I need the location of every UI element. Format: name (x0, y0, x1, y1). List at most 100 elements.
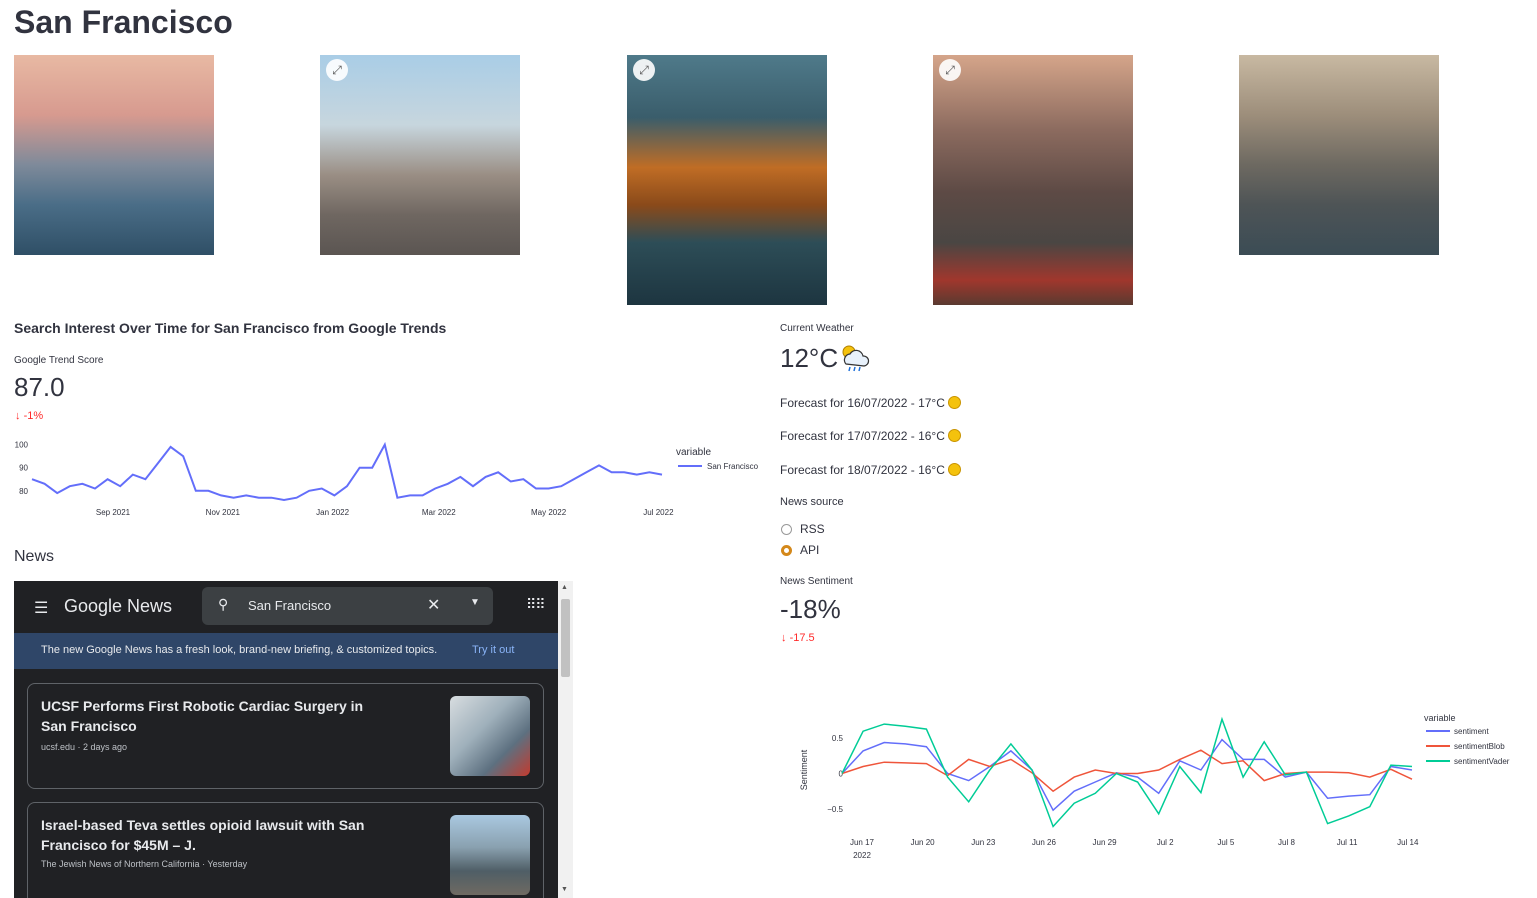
try-it-out-link[interactable]: Try it out (472, 644, 514, 656)
weather-value-row: 12°C (780, 342, 872, 374)
series-line-sentiment (841, 738, 1413, 812)
legend-title: variable (1424, 713, 1456, 723)
radio-label-rss: RSS (800, 522, 825, 536)
expand-icon[interactable]: ⤢ (939, 59, 961, 81)
radio-label-api: API (800, 543, 820, 557)
sun-icon (947, 396, 961, 409)
x-tick-label: Jun 29 (1093, 838, 1118, 847)
forecast-1-text: Forecast for 16/07/2022 - 17°C (780, 396, 945, 410)
article-meta: The Jewish News of Northern California ·… (41, 859, 248, 869)
legend-label: sentiment (1454, 727, 1489, 736)
apps-grid-icon[interactable]: ⠿⠿ (526, 596, 545, 613)
forecast-3-text: Forecast for 18/07/2022 - 16°C (780, 463, 945, 477)
x-tick-label: May 2022 (531, 508, 567, 517)
menu-icon[interactable]: ☰ (34, 598, 48, 618)
x-tick-label: Jul 14 (1397, 838, 1419, 847)
scroll-up-arrow[interactable]: ▲ (561, 584, 568, 591)
news-scrollbar[interactable]: ▲ ▼ (558, 581, 573, 898)
radio-button[interactable] (781, 523, 792, 535)
article-source: ucsf.edu (41, 742, 76, 752)
x-tick-label: Jun 17 (850, 838, 875, 847)
news-source-label: News source (780, 496, 844, 508)
city-image-1 (14, 55, 214, 255)
trend-score-delta: ↓ -1% (15, 410, 43, 422)
y-tick-label: 90 (19, 464, 28, 473)
google-news-embed[interactable]: ☰ Google News ⚲ San Francisco ✕ ▼ ⠿⠿ The… (14, 581, 573, 898)
weather-label: Current Weather (780, 323, 854, 334)
article-thumbnail[interactable] (450, 815, 530, 895)
forecast-3: Forecast for 18/07/2022 - 16°C (780, 463, 961, 477)
radio-option-api[interactable]: API (781, 543, 819, 557)
trend-line-chart[interactable]: 80 90 100 Sep 2021 Nov 2021 Jan 2022 Mar 2022 M… (10, 435, 770, 525)
city-image-5 (1239, 55, 1439, 255)
google-news-header: ☰ Google News ⚲ San Francisco ✕ ▼ ⠿⠿ (14, 581, 558, 633)
cloud-rain-sun-icon (842, 345, 870, 372)
news-article-card[interactable]: Israel-based Teva settles opioid lawsuit… (27, 802, 544, 898)
article-title[interactable]: UCSF Performs First Robotic Cardiac Surg… (41, 696, 391, 736)
trend-delta-text: -1% (23, 410, 44, 422)
x-tick-label: Jun 20 (911, 838, 936, 847)
expand-icon[interactable]: ⤢ (633, 59, 655, 81)
x-tick-label: Mar 2022 (422, 508, 456, 517)
x-tick-label: Nov 2021 (206, 508, 241, 517)
article-thumbnail[interactable] (450, 696, 530, 776)
arrow-down-icon: ↓ (781, 632, 787, 644)
city-image-4[interactable]: ⤢ (933, 55, 1133, 305)
weather-value: 12°C (780, 342, 839, 373)
news-heading: News (14, 548, 55, 565)
expand-icon[interactable]: ⤢ (326, 59, 348, 81)
article-source: The Jewish News of Northern California (41, 859, 200, 869)
news-search-box[interactable]: ⚲ San Francisco ✕ ▼ (202, 587, 493, 625)
x-tick-label: Jul 5 (1217, 838, 1234, 847)
sentiment-delta-text: -17.5 (789, 632, 815, 644)
search-icon[interactable]: ⚲ (218, 596, 228, 613)
city-image-3[interactable]: ⤢ (627, 55, 827, 305)
x-tick-label: Sep 2021 (96, 508, 131, 517)
y-tick-label: 0.5 (832, 734, 844, 743)
legend-title: variable (676, 447, 711, 458)
forecast-1: Forecast for 16/07/2022 - 17°C (780, 396, 961, 410)
banner-text: The new Google News has a fresh look, br… (41, 644, 438, 656)
sentiment-value: -18% (780, 594, 841, 624)
x-tick-label: Jul 2022 (643, 508, 674, 517)
city-image-2[interactable]: ⤢ (320, 55, 520, 255)
series-line-san-francisco (31, 441, 663, 502)
series-line-sentimentblob (841, 749, 1413, 793)
google-news-logo[interactable]: Google News (64, 596, 172, 617)
radio-button-selected[interactable] (781, 544, 792, 556)
y-axis-title: Sentiment (799, 749, 809, 790)
sentiment-delta: ↓ -17.5 (781, 632, 815, 644)
radio-option-rss[interactable]: RSS (781, 522, 825, 536)
legend-label: sentimentBlob (1454, 742, 1505, 751)
trend-score-value: 87.0 (14, 372, 65, 402)
article-title[interactable]: Israel-based Teva settles opioid lawsuit… (41, 815, 391, 855)
y-tick-label: −0.5 (827, 805, 843, 814)
forecast-2: Forecast for 17/07/2022 - 16°C (780, 429, 961, 443)
news-search-input[interactable]: San Francisco (248, 598, 331, 613)
arrow-down-icon: ↓ (15, 410, 21, 422)
news-article-card[interactable]: UCSF Performs First Robotic Cardiac Surg… (27, 683, 544, 789)
x-tick-label: Jun 26 (1032, 838, 1057, 847)
forecast-2-text: Forecast for 17/07/2022 - 16°C (780, 429, 945, 443)
scroll-thumb[interactable] (561, 599, 570, 677)
chevron-down-icon[interactable]: ▼ (470, 597, 480, 608)
article-meta: ucsf.edu · 2 days ago (41, 742, 128, 752)
page-title: San Francisco (14, 4, 233, 40)
x-tick-label: Jun 23 (971, 838, 996, 847)
y-tick-label: 80 (19, 487, 28, 496)
article-time: Yesterday (207, 859, 248, 869)
x-tick-label: Jan 2022 (316, 508, 349, 517)
close-icon[interactable]: ✕ (427, 595, 440, 615)
x-tick-label: Jul 2 (1157, 838, 1174, 847)
article-time: 2 days ago (83, 742, 128, 752)
sentiment-line-chart[interactable]: Sentiment−0.500.5Jun 172022Jun 20 Jun 23 J… (790, 705, 1530, 865)
y-tick-label: 100 (15, 441, 29, 450)
trends-heading: Search Interest Over Time for San Franci… (14, 320, 447, 336)
scroll-down-arrow[interactable]: ▼ (561, 886, 568, 893)
new-version-banner: The new Google News has a fresh look, br… (14, 633, 558, 669)
legend-label: San Francisco (707, 462, 759, 471)
sentiment-label: News Sentiment (780, 576, 853, 587)
legend-label: sentimentVader (1454, 757, 1510, 766)
trend-score-label: Google Trend Score (14, 355, 104, 366)
sun-icon (947, 429, 961, 442)
